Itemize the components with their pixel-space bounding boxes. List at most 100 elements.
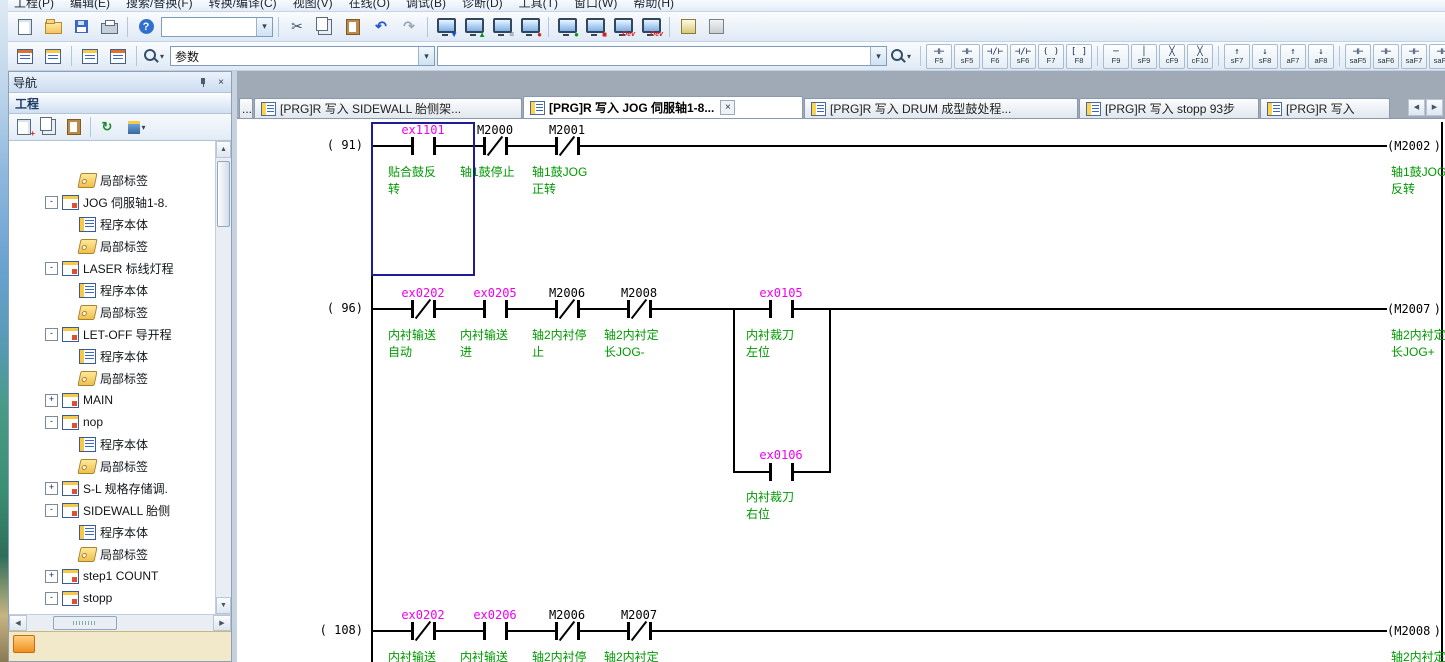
expand-toggle[interactable]: +	[45, 570, 58, 583]
tree-folder-nop[interactable]: -nop	[9, 411, 215, 433]
ladder-symbol-sf9-button[interactable]: │sF9	[1131, 44, 1157, 69]
remote-operation-button[interactable]: ●	[517, 14, 543, 40]
ladder-test-start-button[interactable]	[675, 14, 701, 40]
contact-device-label[interactable]: ex0205	[459, 286, 531, 300]
menu-tools[interactable]: 工具(T)	[519, 0, 558, 11]
expand-toggle[interactable]: +	[45, 482, 58, 495]
contact-device-label[interactable]: ex0202	[387, 286, 459, 300]
chevron-down-icon[interactable]	[141, 123, 145, 132]
open-contact[interactable]	[483, 300, 508, 318]
scrollbar-track[interactable]	[216, 230, 231, 597]
program-window-button[interactable]	[12, 43, 38, 69]
new-button[interactable]	[12, 14, 38, 40]
output-window-button[interactable]	[105, 43, 131, 69]
chevron-down-icon[interactable]	[870, 47, 886, 65]
paste-button[interactable]	[340, 14, 366, 40]
ladder-symbol-af7-button[interactable]: ↑aF7	[1280, 44, 1306, 69]
ladder-symbol-sf8-button[interactable]: ↓sF8	[1252, 44, 1278, 69]
find-button[interactable]	[142, 43, 168, 69]
menu-debug[interactable]: 调试(B)	[406, 0, 446, 11]
ladder-symbol-f9-button[interactable]: ─F9	[1103, 44, 1129, 69]
fb-window-button[interactable]	[40, 43, 66, 69]
tab-drum[interactable]: [PRG]R 写入 DRUM 成型鼓处程...	[804, 98, 1078, 118]
tab-sidewall[interactable]: [PRG]R 写入 SIDEWALL 胎侧架...	[254, 98, 522, 118]
scroll-right-icon[interactable]	[213, 615, 231, 631]
ladder-test-end-button[interactable]	[703, 14, 729, 40]
ladder-symbol-sf5-button[interactable]: ⊣⊢sF5	[954, 44, 980, 69]
ladder-symbol-cf10-button[interactable]: ╳cF10	[1187, 44, 1213, 69]
menu-view[interactable]: 视图(V)	[293, 0, 333, 11]
tree-item-local-label[interactable]: 局部标签	[9, 235, 215, 257]
menu-help[interactable]: 帮助(H)	[633, 0, 674, 11]
close-tab-icon[interactable]	[720, 100, 735, 115]
tree-folder-letoff[interactable]: -LET-OFF 导开程	[9, 323, 215, 345]
pin-icon[interactable]	[198, 77, 209, 88]
save-button[interactable]	[68, 14, 94, 40]
tree-item-local-label[interactable]: 局部标签	[9, 301, 215, 323]
redo-button[interactable]	[396, 14, 422, 40]
close-icon[interactable]	[215, 76, 227, 88]
collapse-toggle[interactable]: -	[45, 262, 58, 275]
contact-device-label[interactable]: M2006	[531, 608, 603, 622]
ladder-symbol-sf6-button[interactable]: ⊣/⊢sF6	[1010, 44, 1036, 69]
tree-folder-laser[interactable]: -LASER 标线灯程	[9, 257, 215, 279]
program-select-combo[interactable]: 参数	[170, 46, 435, 66]
tab-scroll-right-icon[interactable]	[1426, 99, 1443, 116]
paste-data-button[interactable]	[62, 115, 86, 139]
tree-item-local-label[interactable]: 局部标签	[9, 543, 215, 565]
menu-edit[interactable]: 编辑(E)	[70, 0, 110, 11]
help-button[interactable]	[133, 14, 159, 40]
open-contact[interactable]	[769, 300, 794, 318]
ladder-symbol-sf7-button[interactable]: ↑sF7	[1224, 44, 1250, 69]
closed-contact[interactable]	[483, 137, 508, 155]
ladder-symbol-saf6-button[interactable]: ⊣⊢saF6	[1373, 44, 1399, 69]
cut-button[interactable]	[284, 14, 310, 40]
ladder-editor-canvas[interactable]: ( 91) ex1101 贴合鼓反转 M2000 轴1鼓停止 M2001 轴1鼓…	[237, 118, 1445, 662]
ladder-symbol-saf7-button[interactable]: ⊣⊢saF7	[1401, 44, 1427, 69]
closed-contact[interactable]	[411, 622, 436, 640]
contact-device-label[interactable]: M2001	[531, 123, 603, 137]
chevron-down-icon[interactable]	[160, 52, 164, 61]
tab-truncated[interactable]: [PRG]R 写入	[1260, 98, 1390, 118]
tree-folder-stopp[interactable]: -stopp	[9, 587, 215, 609]
collapse-toggle[interactable]: -	[45, 504, 58, 517]
sort-display-button[interactable]	[120, 115, 154, 139]
tree-item-local-label[interactable]: 局部标签	[9, 455, 215, 477]
scroll-up-icon[interactable]	[216, 141, 231, 158]
ladder-symbol-saf5-button[interactable]: ⊣⊢saF5	[1345, 44, 1371, 69]
tree-item-program-body[interactable]: 程序本体	[9, 213, 215, 235]
read-from-plc-button[interactable]: ▲	[461, 14, 487, 40]
menu-online[interactable]: 在线(O)	[349, 0, 390, 11]
monitor-stop-button[interactable]: ■	[582, 14, 608, 40]
tab-partial[interactable]: ...	[239, 98, 253, 118]
navigation-window-button[interactable]	[77, 43, 103, 69]
closed-contact[interactable]	[555, 137, 580, 155]
tree-item-program-body[interactable]: 程序本体	[9, 433, 215, 455]
tree-folder-step1[interactable]: +step1 COUNT	[9, 565, 215, 587]
toolbar-combo[interactable]	[161, 17, 273, 37]
output-coil[interactable]: M2002	[1387, 138, 1441, 154]
tree-item-program-body[interactable]: 程序本体	[9, 279, 215, 301]
print-button[interactable]	[96, 14, 122, 40]
contact-device-label[interactable]: ex0206	[459, 608, 531, 622]
menu-convert-compile[interactable]: 转换/编译(C)	[209, 0, 277, 11]
chevron-down-icon[interactable]	[256, 18, 272, 36]
contact-device-label[interactable]: M2007	[603, 608, 675, 622]
undo-button[interactable]	[368, 14, 394, 40]
open-contact[interactable]	[769, 463, 794, 481]
collapse-toggle[interactable]: -	[45, 196, 58, 209]
new-data-button[interactable]: +	[12, 115, 36, 139]
tree-item-program-body[interactable]: 程序本体	[9, 521, 215, 543]
tree-folder-sl[interactable]: +S-L 规格存储调.	[9, 477, 215, 499]
contact-device-label[interactable]: M2006	[531, 286, 603, 300]
tree-horizontal-scrollbar[interactable]	[9, 614, 231, 631]
monitor-start-button[interactable]: ●	[554, 14, 580, 40]
closed-contact[interactable]	[411, 300, 436, 318]
collapse-toggle[interactable]: -	[45, 416, 58, 429]
tab-stopp[interactable]: [PRG]R 写入 stopp 93步	[1079, 98, 1259, 118]
tree-item-program-body[interactable]: 程序本体	[9, 345, 215, 367]
closed-contact[interactable]	[627, 622, 652, 640]
chevron-down-icon[interactable]	[907, 52, 911, 61]
open-button[interactable]	[40, 14, 66, 40]
verify-with-plc-button[interactable]: =	[489, 14, 515, 40]
